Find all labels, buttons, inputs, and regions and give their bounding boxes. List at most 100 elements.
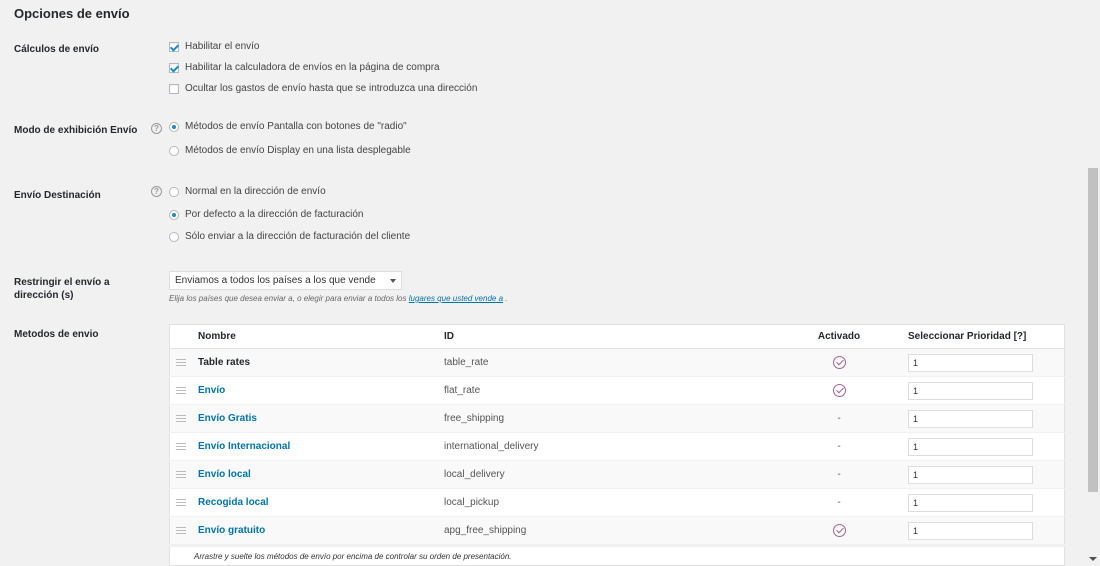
drag-handle-cell[interactable]: [169, 488, 192, 517]
method-id: table_rate: [438, 348, 776, 377]
restrict-desc-prefix: Elija los países que desea enviar a, o e…: [169, 294, 407, 303]
display-select-radio[interactable]: [169, 145, 179, 156]
display-select-option[interactable]: Métodos de envío Display en una lista de…: [169, 145, 411, 156]
help-icon[interactable]: ?: [151, 123, 162, 134]
method-id: apg_free_shipping: [438, 516, 776, 545]
destination-shipping-option[interactable]: Normal en la dirección de envío: [169, 186, 326, 197]
destination-shipping-radio[interactable]: [169, 186, 179, 197]
method-name[interactable]: Envío local: [198, 469, 251, 480]
method-priority-cell: [902, 460, 1065, 489]
method-name-cell: Envío gratuito: [192, 516, 438, 545]
drag-handle-cell[interactable]: [169, 516, 192, 545]
destination-label: Envío Destinación: [14, 190, 101, 201]
hide-costs-option[interactable]: Ocultar los gastos de envío hasta que se…: [169, 83, 477, 94]
enable-calculator-option[interactable]: Habilitar la calculadora de envíos en la…: [169, 62, 440, 73]
shipping-calculations-label: Cálculos de envío: [14, 44, 100, 55]
hide-costs-checkbox[interactable]: [169, 83, 179, 94]
enable-calculator-checkbox[interactable]: [169, 62, 179, 73]
destination-billing-label: Por defecto a la dirección de facturació…: [185, 209, 364, 220]
method-id: local_delivery: [438, 460, 776, 489]
page-title: Opciones de envío: [14, 6, 130, 21]
sell-locations-link[interactable]: lugares que usted vende a: [409, 294, 503, 303]
method-id: local_pickup: [438, 488, 776, 517]
shipping-methods-table: Nombre ID Activado Seleccionar Prioridad…: [169, 324, 1065, 545]
hide-costs-label: Ocultar los gastos de envío hasta que se…: [185, 83, 478, 94]
disabled-mark: -: [837, 497, 841, 508]
priority-input[interactable]: [908, 521, 1033, 540]
enable-shipping-checkbox[interactable]: [169, 41, 179, 52]
restrict-description: Elija los países que desea enviar a, o e…: [169, 294, 507, 303]
priority-column-header[interactable]: Seleccionar Prioridad [?]: [902, 324, 1065, 349]
drag-handle-cell[interactable]: [169, 460, 192, 489]
id-column-header: ID: [438, 324, 776, 349]
priority-input[interactable]: [908, 465, 1033, 484]
table-row[interactable]: Envío Internacional international_deliver…: [169, 432, 1065, 461]
method-name[interactable]: Envío Gratis: [198, 413, 257, 424]
method-id: free_shipping: [438, 404, 776, 433]
table-row[interactable]: Envío Gratis free_shipping -: [169, 404, 1065, 433]
table-row[interactable]: Recogida local local_pickup -: [169, 488, 1065, 517]
display-radio-label: Métodos de envío Pantalla con botones de…: [185, 121, 407, 132]
table-row[interactable]: Envío flat_rate: [169, 376, 1065, 405]
method-name[interactable]: Recogida local: [198, 497, 269, 508]
destination-billing-radio[interactable]: [169, 209, 179, 220]
enable-calculator-label: Habilitar la calculadora de envíos en la…: [185, 62, 440, 73]
drag-handle-cell[interactable]: [169, 348, 192, 377]
priority-input[interactable]: [908, 493, 1033, 512]
method-name: Table rates: [198, 357, 251, 368]
priority-input[interactable]: [908, 353, 1033, 372]
drag-handle-icon[interactable]: [176, 415, 186, 422]
method-name-cell: Recogida local: [192, 488, 438, 517]
display-radio-radio[interactable]: [169, 121, 179, 132]
method-enabled-cell: [776, 348, 902, 377]
drag-handle-icon[interactable]: [176, 359, 186, 366]
help-icon[interactable]: ?: [151, 186, 162, 197]
method-name-cell: Envío local: [192, 460, 438, 489]
method-name[interactable]: Envío gratuito: [198, 525, 265, 536]
display-mode-label: Modo de exhibición Envío: [14, 125, 138, 136]
page-scrollbar[interactable]: [1086, 0, 1100, 566]
destination-shipping-label: Normal en la dirección de envío: [185, 186, 326, 197]
method-enabled-cell: [776, 516, 902, 545]
method-enabled-cell: -: [776, 488, 902, 517]
scroll-down-icon[interactable]: [1089, 557, 1097, 561]
table-header-row: Nombre ID Activado Seleccionar Prioridad…: [169, 324, 1065, 349]
restrict-countries-select[interactable]: Enviamos a todos los países a los que ve…: [169, 271, 402, 290]
table-row[interactable]: Envío gratuito apg_free_shipping: [169, 516, 1065, 545]
disabled-mark: -: [837, 469, 841, 480]
drag-handle-cell[interactable]: [169, 376, 192, 405]
table-row[interactable]: Table rates table_rate: [169, 348, 1065, 377]
priority-input[interactable]: [908, 437, 1033, 456]
destination-billing-only-radio[interactable]: [169, 231, 179, 242]
methods-table-body: Table ratestable_rateEnvíoflat_rateEnvío…: [169, 348, 1065, 545]
handle-column-header: [169, 324, 192, 349]
enable-shipping-option[interactable]: Habilitar el envío: [169, 41, 259, 52]
method-priority-cell: [902, 488, 1065, 517]
destination-billing-only-option[interactable]: Sólo enviar a la dirección de facturació…: [169, 231, 410, 242]
disabled-mark: -: [837, 413, 841, 424]
drag-handle-icon[interactable]: [176, 387, 186, 394]
scrollbar-thumb[interactable]: [1088, 168, 1098, 492]
drag-handle-cell[interactable]: [169, 432, 192, 461]
drag-handle-icon[interactable]: [176, 471, 186, 478]
method-priority-cell: [902, 376, 1065, 405]
method-name[interactable]: Envío: [198, 385, 225, 396]
check-circle-icon: [832, 524, 846, 537]
method-name[interactable]: Envío Internacional: [198, 441, 290, 452]
priority-input[interactable]: [908, 381, 1033, 400]
table-row[interactable]: Envío local local_delivery -: [169, 460, 1065, 489]
drag-handle-icon[interactable]: [176, 443, 186, 450]
priority-input[interactable]: [908, 409, 1033, 428]
drag-handle-icon[interactable]: [176, 499, 186, 506]
method-priority-cell: [902, 516, 1065, 545]
method-id: international_delivery: [438, 432, 776, 461]
enabled-column-header: Activado: [776, 324, 902, 349]
drag-handle-icon[interactable]: [176, 527, 186, 534]
destination-billing-option[interactable]: Por defecto a la dirección de facturació…: [169, 209, 363, 220]
display-radio-option[interactable]: Métodos de envío Pantalla con botones de…: [169, 121, 407, 132]
method-enabled-cell: [776, 376, 902, 405]
display-select-label: Métodos de envío Display en una lista de…: [185, 145, 411, 156]
methods-label: Metodos de envio: [14, 329, 99, 340]
name-column-header: Nombre: [192, 324, 438, 349]
drag-handle-cell[interactable]: [169, 404, 192, 433]
